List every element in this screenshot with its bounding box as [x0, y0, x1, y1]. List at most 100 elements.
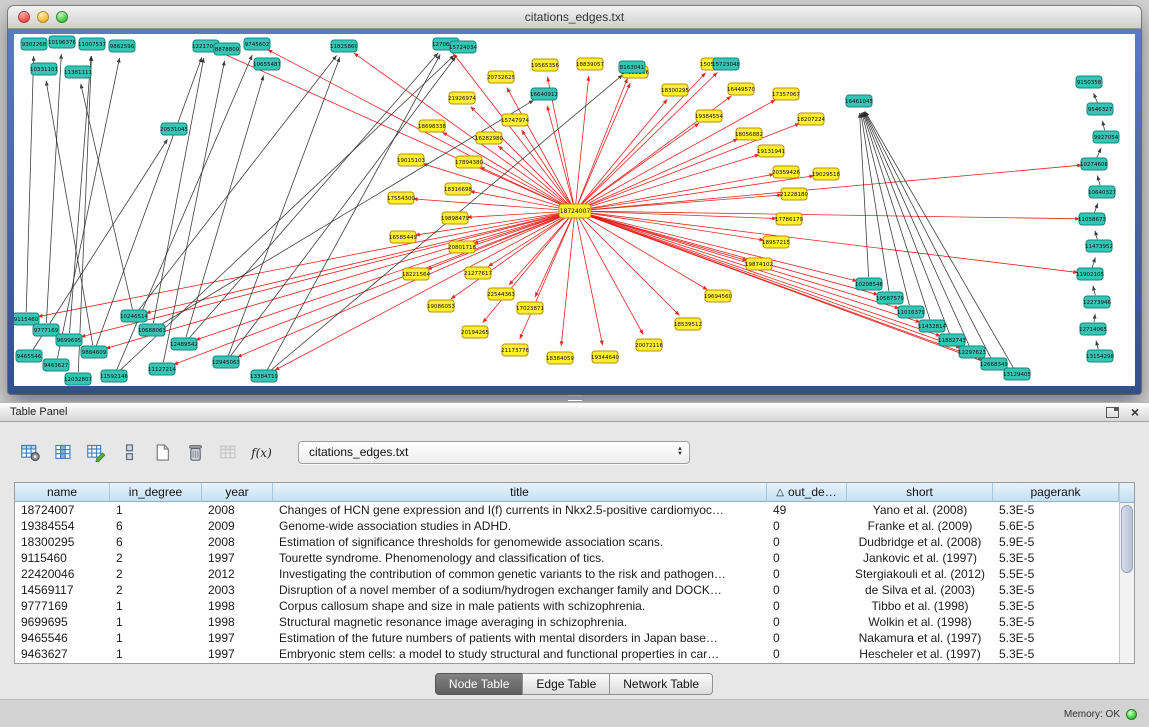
graph-node[interactable]: 15747974	[501, 114, 529, 126]
graph-node[interactable]: 19015103	[397, 154, 425, 166]
graph-node[interactable]: 17786179	[775, 213, 803, 225]
panel-splitter[interactable]	[0, 394, 1149, 402]
table-row[interactable]: 2242004622012Investigating the contribut…	[15, 566, 1119, 582]
graph-node[interactable]: 15724034	[449, 41, 477, 53]
graph-node[interactable]: 13154298	[1086, 350, 1114, 362]
tab-network-table[interactable]: Network Table	[609, 673, 713, 695]
table-row[interactable]: 1830029562008Estimation of significance …	[15, 534, 1119, 550]
import-table-button[interactable]	[216, 440, 240, 464]
graph-node[interactable]: 22544363	[487, 288, 515, 300]
float-panel-icon[interactable]	[1106, 407, 1119, 418]
graph-node[interactable]: 9115460	[14, 313, 39, 325]
graph-node[interactable]: 20072116	[635, 339, 663, 351]
graph-node[interactable]: 11007537	[78, 38, 106, 50]
column-header-name[interactable]: name	[15, 483, 110, 502]
graph-node[interactable]: 20732625	[487, 71, 515, 83]
table-row[interactable]: 1872400712008Changes of HCN gene express…	[15, 502, 1119, 518]
graph-node[interactable]: 19344640	[591, 351, 619, 363]
function-builder-button[interactable]: f(x)	[249, 440, 273, 464]
scrollbar-thumb[interactable]	[1121, 505, 1133, 573]
graph-node[interactable]: 16461045	[845, 95, 873, 107]
graph-node[interactable]: 19898479	[441, 212, 469, 224]
new-table-button[interactable]	[150, 440, 174, 464]
graph-node[interactable]: 10655487	[253, 58, 281, 70]
tab-node-table[interactable]: Node Table	[435, 673, 524, 695]
show-columns-button[interactable]	[51, 440, 75, 464]
table-row[interactable]: 1938455462009Genome-wide association stu…	[15, 518, 1119, 534]
graph-node[interactable]: 11902105	[1076, 268, 1104, 280]
graph-node[interactable]: 18207224	[797, 113, 825, 125]
column-header-pagerank[interactable]: pagerank	[993, 483, 1119, 502]
graph-node[interactable]: 8163041	[619, 61, 645, 73]
graph-node[interactable]: 11432814	[918, 320, 946, 332]
graph-node[interactable]: 16449570	[727, 83, 755, 95]
graph-node[interactable]: 11592146	[100, 370, 128, 382]
table-row[interactable]: 946362711997Embryonic stem cells: a mode…	[15, 646, 1119, 662]
zoom-window-button[interactable]	[56, 11, 68, 23]
graph-node[interactable]: 21173776	[501, 344, 529, 356]
graph-node[interactable]: 18839057	[576, 58, 604, 70]
graph-node[interactable]: 19086053	[427, 300, 455, 312]
graph-node[interactable]: 20801718	[448, 241, 476, 253]
graph-node[interactable]: 10331101	[30, 63, 58, 75]
graph-hub-node[interactable]: 18724007	[559, 204, 591, 218]
graph-node[interactable]: 12945063	[212, 356, 240, 368]
graph-node[interactable]: 11381111	[64, 66, 92, 78]
graph-node[interactable]: 13384719	[250, 370, 278, 382]
graph-node[interactable]: 19029518	[812, 168, 840, 180]
graph-node[interactable]: 18056882	[735, 128, 763, 140]
graph-node[interactable]: 9927054	[1093, 131, 1119, 143]
graph-node[interactable]: 10587579	[876, 292, 904, 304]
graph-node[interactable]: 10640327	[1088, 186, 1116, 198]
graph-node[interactable]: 21277617	[464, 267, 492, 279]
graph-node[interactable]: 9777169	[33, 324, 59, 336]
table-row[interactable]: 946554611997Estimation of the future num…	[15, 630, 1119, 646]
graph-node[interactable]: 11473952	[1085, 240, 1113, 252]
graph-node[interactable]: 9302268	[21, 38, 47, 50]
graph-node[interactable]: 18300295	[661, 84, 689, 96]
graph-node[interactable]: 12668349	[980, 358, 1008, 370]
table-row[interactable]: 911546021997Tourette syndrome. Phenomeno…	[15, 550, 1119, 566]
graph-node[interactable]: 9463627	[43, 359, 69, 371]
graph-node[interactable]: 17554300	[387, 192, 415, 204]
graph-node[interactable]: 17357067	[772, 88, 800, 100]
graph-node[interactable]: 18384059	[546, 352, 574, 364]
window-titlebar[interactable]: citations_edges.txt	[8, 6, 1141, 29]
graph-node[interactable]: 12714065	[1079, 323, 1107, 335]
graph-node[interactable]: 18316698	[444, 183, 472, 195]
graph-node[interactable]: 10274608	[1080, 158, 1108, 170]
graph-node[interactable]: 19565356	[531, 59, 559, 71]
graph-node[interactable]: 20531045	[160, 123, 188, 135]
graph-node[interactable]: 20194265	[461, 326, 489, 338]
graph-node[interactable]: 9465546	[16, 350, 42, 362]
graph-node[interactable]: 19131941	[757, 145, 785, 157]
graph-node[interactable]: 11127214	[148, 363, 176, 375]
graph-node[interactable]: 18698338	[418, 120, 446, 132]
graph-node[interactable]: 17023871	[516, 302, 544, 314]
graph-node[interactable]: 9699695	[56, 334, 82, 346]
graph-node[interactable]: 18221564	[402, 268, 430, 280]
graph-node[interactable]: 9862596	[109, 40, 135, 52]
graph-node[interactable]: 12489542	[170, 338, 198, 350]
edit-columns-button[interactable]	[84, 440, 108, 464]
graph-node[interactable]: 11882743	[938, 334, 966, 346]
table-row[interactable]: 977716911998Corpus callosum shape and si…	[15, 598, 1119, 614]
graph-node[interactable]: 19874102	[745, 258, 773, 270]
delete-table-button[interactable]	[183, 440, 207, 464]
graph-node[interactable]: 18539512	[674, 318, 702, 330]
graph-node[interactable]: 13129405	[1003, 368, 1031, 380]
graph-node[interactable]: 15723048	[712, 58, 740, 70]
table-selector-dropdown[interactable]: citations_edges.txt ▲▼	[298, 441, 690, 464]
graph-node[interactable]: 11016379	[897, 306, 925, 318]
graph-node[interactable]: 18957215	[762, 236, 790, 248]
graph-node[interactable]: 19694560	[704, 290, 732, 302]
graph-node[interactable]: 10246514	[120, 310, 148, 322]
graph-node[interactable]: 21926974	[448, 92, 476, 104]
graph-node[interactable]: 16640912	[530, 88, 558, 100]
table-row[interactable]: 969969511998Structural magnetic resonanc…	[15, 614, 1119, 630]
graph-node[interactable]: 8878809	[214, 43, 240, 55]
row-options-button[interactable]	[117, 440, 141, 464]
table-settings-button[interactable]	[18, 440, 42, 464]
graph-node[interactable]: 16585449	[389, 231, 417, 243]
close-window-button[interactable]	[18, 11, 30, 23]
